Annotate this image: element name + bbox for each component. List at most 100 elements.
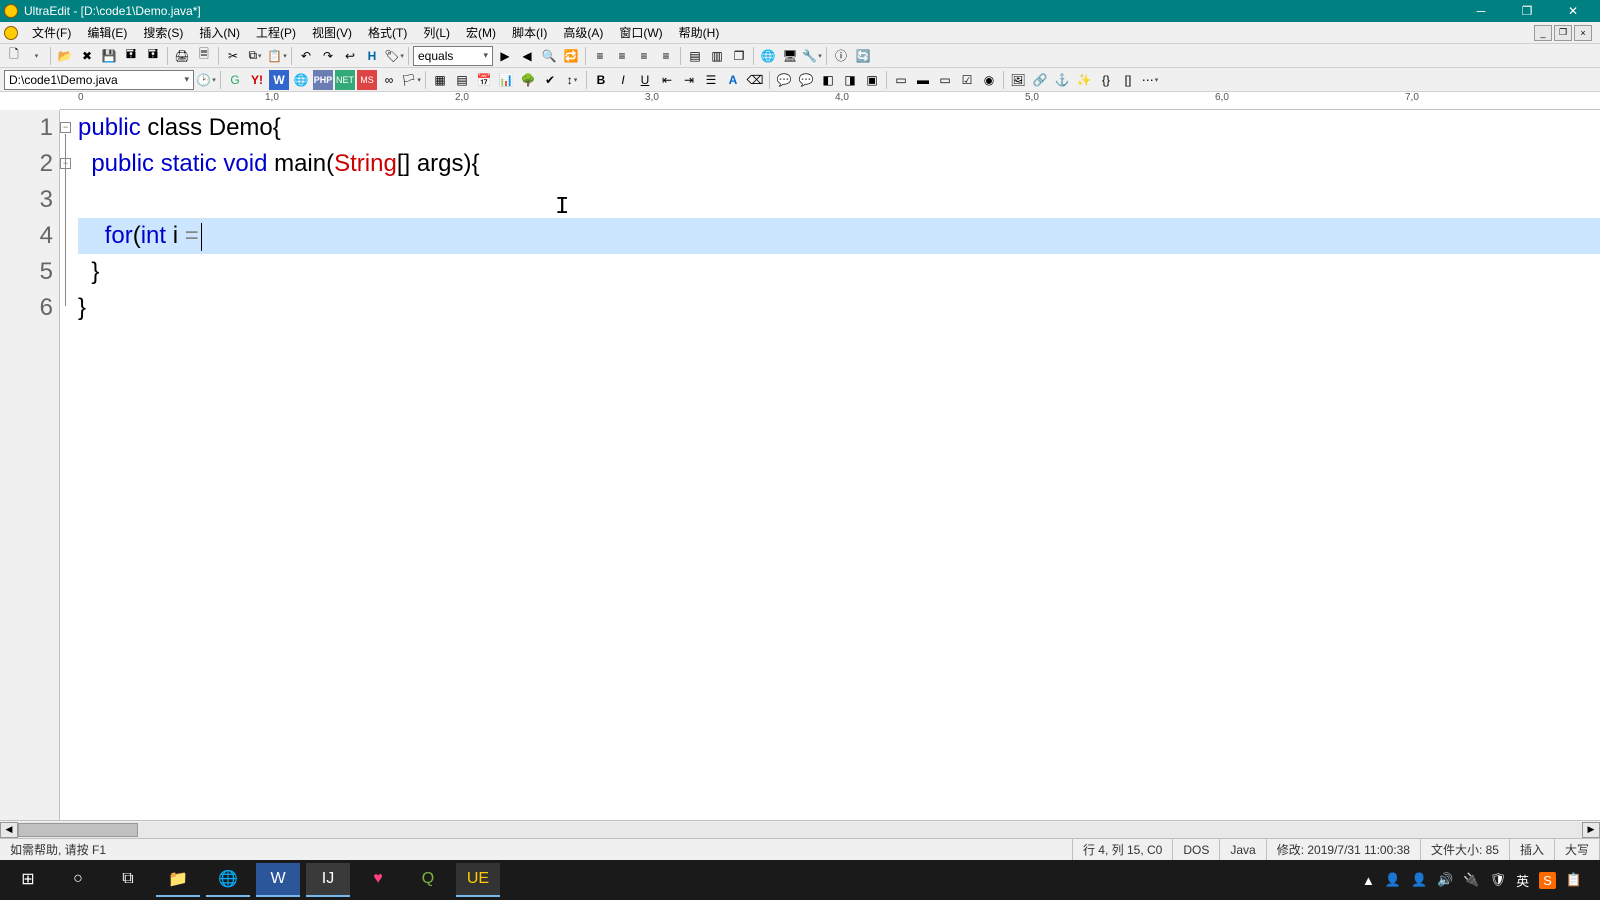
mdi-restore-button[interactable]: ❐ (1554, 25, 1572, 41)
align-center-icon[interactable]: ≡ (612, 46, 632, 66)
new-file-drop-icon[interactable] (26, 46, 46, 66)
sparkle-icon[interactable]: ✨ (1074, 70, 1094, 90)
cortana-icon[interactable]: ○ (56, 863, 100, 897)
image-icon[interactable]: 🖼 (1008, 70, 1028, 90)
tray-shield-icon[interactable]: 🛡 (1490, 872, 1507, 888)
tag-icon[interactable]: 🏷 (384, 46, 404, 66)
file-path-combo[interactable]: D:\code1\Demo.java (4, 70, 194, 90)
minimize-button[interactable]: ─ (1458, 0, 1504, 22)
globe2-icon[interactable]: 🌐 (291, 70, 311, 90)
close-file-icon[interactable]: ✖ (77, 46, 97, 66)
new-file-icon[interactable]: 🗋 (4, 46, 24, 66)
status-insert[interactable]: 插入 (1510, 839, 1555, 860)
explorer-icon[interactable]: 📁 (156, 863, 200, 897)
close-button[interactable]: ✕ (1550, 0, 1596, 22)
more-icon[interactable]: ⋯ (1140, 70, 1160, 90)
print-icon[interactable]: 🖨 (172, 46, 192, 66)
open-icon[interactable]: 📂 (55, 46, 75, 66)
scroll-left-icon[interactable]: ◀ (0, 822, 18, 838)
code-editor[interactable]: public class Demo{ public static void ma… (60, 110, 1600, 820)
align-just-icon[interactable]: ≡ (656, 46, 676, 66)
status-language[interactable]: Java (1220, 839, 1266, 860)
box3-icon[interactable]: ▭ (935, 70, 955, 90)
bullet-list-icon[interactable]: ☰ (701, 70, 721, 90)
align-left-icon[interactable]: ≡ (590, 46, 610, 66)
flag-icon[interactable]: 🏳 (401, 70, 421, 90)
maximize-button[interactable]: ❐ (1504, 0, 1550, 22)
link-icon[interactable]: 🔗 (1030, 70, 1050, 90)
msdn-icon[interactable]: MS (357, 70, 377, 90)
status-encoding[interactable]: DOS (1173, 839, 1220, 860)
mdi-minimize-button[interactable]: _ (1534, 25, 1552, 41)
menu-project[interactable]: 工程(P) (248, 22, 304, 43)
menu-search[interactable]: 搜索(S) (135, 22, 191, 43)
tray-notifications-icon[interactable]: 📋 (1566, 872, 1582, 888)
word-icon[interactable]: W (256, 863, 300, 897)
menu-format[interactable]: 格式(T) (360, 22, 415, 43)
copy-icon[interactable]: ⧉ (245, 46, 265, 66)
brackets2-icon[interactable]: [] (1118, 70, 1138, 90)
box2-icon[interactable]: ▬ (913, 70, 933, 90)
saveall-icon[interactable]: 🖬 (143, 46, 163, 66)
ultraedit-taskbar-icon[interactable]: UE (456, 863, 500, 897)
check2-icon[interactable]: ☑ (957, 70, 977, 90)
bold-icon[interactable]: B (591, 70, 611, 90)
menu-edit[interactable]: 编辑(E) (79, 22, 135, 43)
tag3-icon[interactable]: ▣ (862, 70, 882, 90)
net-icon[interactable]: NET (335, 70, 355, 90)
tag1-icon[interactable]: ◧ (818, 70, 838, 90)
tray-up-icon[interactable]: ▲ (1362, 873, 1375, 888)
google-icon[interactable]: G (225, 70, 245, 90)
eraser-icon[interactable]: ⌫ (745, 70, 765, 90)
refresh-icon[interactable]: 🔄 (853, 46, 873, 66)
underline-icon[interactable]: U (635, 70, 655, 90)
taskview-icon[interactable]: ⧉ (106, 863, 150, 897)
menu-macro[interactable]: 宏(M) (458, 22, 504, 43)
anchor-icon[interactable]: ⚓ (1052, 70, 1072, 90)
info-icon[interactable]: ⓘ (831, 46, 851, 66)
italic-icon[interactable]: I (613, 70, 633, 90)
table-icon[interactable]: ▤ (452, 70, 472, 90)
find-combo[interactable]: equals (413, 46, 493, 66)
app-q-icon[interactable]: Q (406, 863, 450, 897)
tree-icon[interactable]: 🌳 (518, 70, 538, 90)
browser-icon[interactable]: 🌐 (758, 46, 778, 66)
menu-view[interactable]: 视图(V) (304, 22, 360, 43)
menu-column[interactable]: 列(L) (415, 22, 458, 43)
menu-file[interactable]: 文件(F) (24, 22, 79, 43)
start-button[interactable]: ⊞ (6, 863, 50, 897)
menu-script[interactable]: 脚本(I) (504, 22, 555, 43)
replace-icon[interactable]: 🔁 (561, 46, 581, 66)
tray-ime-icon[interactable]: 英 (1516, 871, 1529, 890)
history-drop-icon[interactable]: 🕑 (196, 70, 216, 90)
menu-insert[interactable]: 插入(N) (191, 22, 248, 43)
php-icon[interactable]: PHP (313, 70, 333, 90)
wrap-icon[interactable]: ↩ (340, 46, 360, 66)
grid-icon[interactable]: ▦ (430, 70, 450, 90)
tray-person2-icon[interactable]: 👤 (1411, 872, 1427, 888)
window-split-icon[interactable]: ▤ (685, 46, 705, 66)
menu-help[interactable]: 帮助(H) (671, 22, 728, 43)
indent-icon[interactable]: ⇥ (679, 70, 699, 90)
mdi-close-button[interactable]: × (1574, 25, 1592, 41)
wiki-icon[interactable]: W (269, 70, 289, 90)
undo-icon[interactable]: ↶ (296, 46, 316, 66)
scroll-thumb[interactable] (18, 823, 138, 837)
find-next-icon[interactable]: ▶ (495, 46, 515, 66)
tray-volume-icon[interactable]: 🔊 (1437, 872, 1453, 888)
menu-advanced[interactable]: 高级(A) (555, 22, 611, 43)
uncomment-icon[interactable]: 💬 (796, 70, 816, 90)
horizontal-scrollbar[interactable]: ◀ ▶ (0, 820, 1600, 838)
monitor-icon[interactable]: 🖥 (780, 46, 800, 66)
hex-icon[interactable]: H (362, 46, 382, 66)
sort-icon[interactable]: ↕ (562, 70, 582, 90)
radio-icon[interactable]: ◉ (979, 70, 999, 90)
yahoo-icon[interactable]: Y! (247, 70, 267, 90)
tray-person1-icon[interactable]: 👤 (1385, 872, 1401, 888)
calendar-icon[interactable]: 📅 (474, 70, 494, 90)
search-icon[interactable]: 🔍 (539, 46, 559, 66)
cut-icon[interactable]: ✂ (223, 46, 243, 66)
print-preview-icon[interactable]: 🗏 (194, 46, 214, 66)
heart-icon[interactable]: ♥ (356, 863, 400, 897)
redo-icon[interactable]: ↷ (318, 46, 338, 66)
